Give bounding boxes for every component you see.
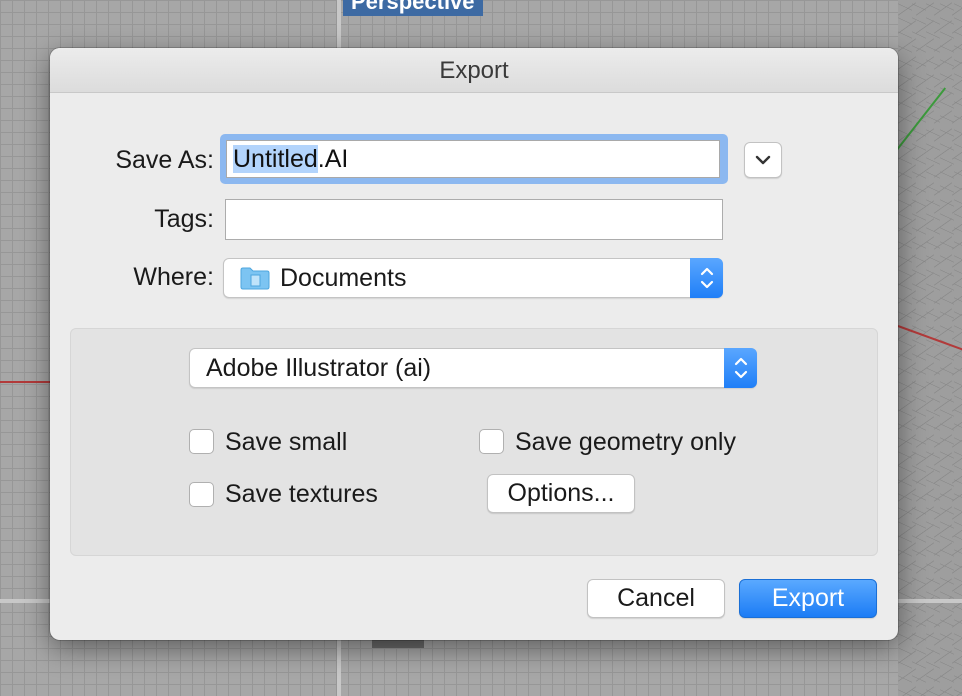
export-dialog: Export Save As: Untitled.AI Tags: Where:…: [50, 48, 898, 640]
save-as-field[interactable]: Untitled.AI: [226, 140, 720, 178]
folder-icon: [240, 267, 270, 290]
tags-label: Tags:: [154, 205, 214, 233]
export-button[interactable]: Export: [739, 579, 877, 618]
up-down-arrows-icon: [700, 267, 714, 289]
file-format-popup[interactable]: Adobe Illustrator (ai): [189, 348, 757, 388]
where-value: Documents: [280, 264, 407, 292]
filename-selected-text: Untitled: [233, 145, 318, 173]
cancel-button[interactable]: Cancel: [587, 579, 725, 618]
dialog-title: Export: [50, 48, 898, 93]
where-location-popup[interactable]: Documents: [223, 258, 723, 298]
save-geometry-only-label[interactable]: Save geometry only: [515, 428, 736, 457]
save-textures-label[interactable]: Save textures: [225, 480, 378, 509]
where-label: Where:: [133, 263, 214, 291]
file-format-value: Adobe Illustrator (ai): [206, 354, 432, 382]
save-as-label: Save As:: [115, 146, 214, 174]
where-popup-stepper: [690, 258, 723, 298]
save-small-checkbox[interactable]: [189, 429, 214, 454]
viewport-title-perspective[interactable]: Perspective: [343, 0, 483, 16]
expand-dialog-button[interactable]: [744, 142, 782, 178]
save-textures-checkbox[interactable]: [189, 482, 214, 507]
save-geometry-only-checkbox[interactable]: [479, 429, 504, 454]
x-axis-line: [0, 381, 52, 383]
save-small-label[interactable]: Save small: [225, 428, 347, 457]
up-down-arrows-icon: [734, 357, 748, 379]
options-button[interactable]: Options...: [487, 474, 635, 513]
filename-extension: .AI: [317, 145, 349, 173]
tags-field[interactable]: [225, 199, 723, 240]
chevron-down-icon: [755, 155, 771, 165]
format-popup-stepper: [724, 348, 757, 388]
